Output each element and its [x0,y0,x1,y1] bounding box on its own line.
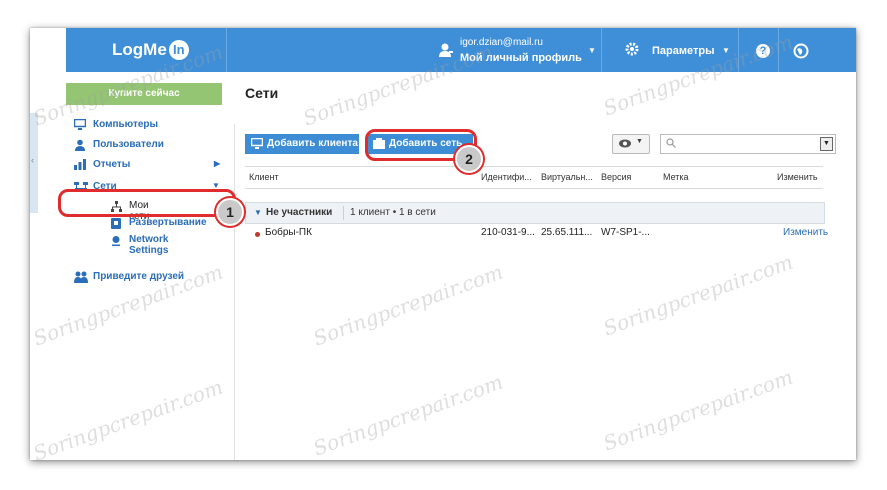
user-profile-link[interactable]: Мой личный профиль [460,52,582,64]
search-input[interactable]: ▼ [660,134,836,154]
column-header-id[interactable]: Идентифи... [481,172,532,182]
sidebar-item-users[interactable]: Пользователи [66,138,226,154]
collapse-chevron-icon[interactable]: ▼ [254,208,262,217]
user-email[interactable]: igor.dzian@mail.ru [460,37,543,48]
eye-icon [619,139,631,148]
sidebar-divider [234,124,235,460]
settings-chevron-down-icon[interactable]: ▼ [722,46,730,55]
group-divider [343,206,344,220]
sidebar-item-computers[interactable]: Компьютеры [66,118,226,134]
column-header-version[interactable]: Версия [601,172,631,182]
app-window: ‹ LogMe In igor.dzian@mail.ru Мой личный … [30,28,856,460]
search-dropdown-toggle[interactable]: ▼ [820,137,833,151]
profile-chevron-down-icon[interactable]: ▼ [588,46,596,55]
logmein-logo[interactable]: LogMe In [112,40,189,60]
status-dot-icon [255,232,260,237]
bar-chart-icon [74,159,86,170]
table-divider [245,166,823,167]
settings-dot-icon [112,236,120,246]
gear-icon[interactable] [624,41,640,57]
client-name[interactable]: Бобры-ПК [265,227,312,238]
table-row[interactable]: Бобры-ПК 210-031-9... 25.65.111... W7-SP… [245,227,828,243]
monitor-icon [74,119,86,130]
step-badge-2: 2 [455,145,483,173]
deploy-icon [111,218,121,229]
watermark: Soringpcrepair.com [600,249,797,341]
column-header-edit: Изменить [777,172,818,182]
chevron-down-icon: ▼ [636,138,643,145]
friends-icon [74,271,88,283]
page-title: Сети [245,85,279,101]
buy-now-button[interactable]: Купите сейчас [66,83,222,105]
top-header: LogMe In igor.dzian@mail.ru Мой личный пр… [66,28,856,72]
table-divider [245,188,823,189]
header-divider [738,28,739,72]
add-client-button[interactable]: Добавить клиента [245,134,359,154]
user-profile-icon[interactable] [438,42,454,58]
settings-menu[interactable]: Параметры [652,45,714,57]
table-header: Клиент Идентифи... Виртуальн... Версия М… [245,172,823,188]
help-icon[interactable]: ? [756,44,770,58]
highlight-networks [58,189,236,217]
step-badge-1: 1 [216,198,244,226]
edit-link[interactable]: Изменить [783,227,828,238]
search-icon [666,138,676,148]
header-divider [601,28,602,72]
chevron-right-icon: ▶ [214,159,221,168]
watermark: Soringpcrepair.com [600,364,797,456]
sidebar-item-invite-friends[interactable]: Приведите друзей [66,270,226,286]
watermark: Soringpcrepair.com [30,374,227,460]
sidebar-item-reports[interactable]: Отчеты ▶ [66,158,226,174]
group-row[interactable]: ▼ Не участники 1 клиент • 1 в сети [245,202,825,224]
client-virtual-ip: 25.65.111... [541,227,593,238]
column-header-virtual-ip[interactable]: Виртуальн... [541,172,593,182]
column-header-client[interactable]: Клиент [249,172,279,182]
client-id: 210-031-9... [481,227,535,238]
header-divider [778,28,779,72]
globe-icon[interactable] [793,43,809,59]
user-icon [75,139,85,151]
group-info: 1 клиент • 1 в сети [350,207,436,218]
header-divider [226,28,227,72]
group-name: Не участники [266,207,333,218]
column-header-label[interactable]: Метка [663,172,689,182]
watermark: Soringpcrepair.com [310,259,507,351]
client-version: W7-SP1-... [601,227,650,238]
sidebar-collapse-handle[interactable]: ‹ [30,113,38,213]
watermark: Soringpcrepair.com [310,369,507,460]
monitor-icon [251,138,263,149]
view-options-dropdown[interactable]: ▼ [612,134,650,154]
